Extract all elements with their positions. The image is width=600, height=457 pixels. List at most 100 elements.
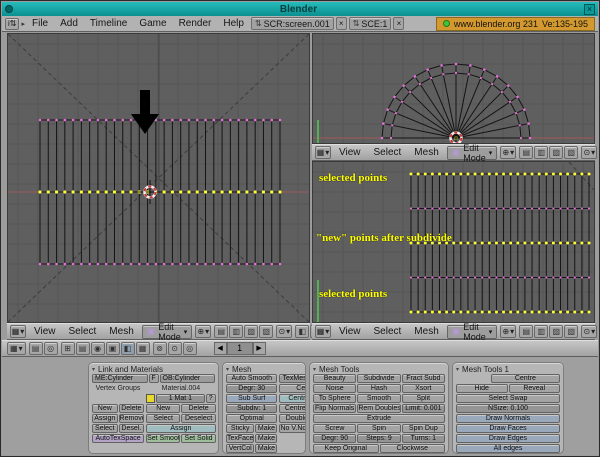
lamp-buttons-icon[interactable]: ⊚ xyxy=(153,342,167,355)
material-delete-button[interactable]: Delete xyxy=(181,404,215,413)
vgroup-remove-button[interactable]: Remove xyxy=(119,414,145,423)
shading-buttons-icon[interactable]: ◉ xyxy=(91,342,105,355)
hide-button[interactable]: Hide xyxy=(456,384,508,393)
snap-icon[interactable]: ▨ xyxy=(244,325,258,338)
vertex-select-icon[interactable]: ◧ xyxy=(295,325,309,338)
autotexspace-button[interactable]: AutoTexSpace xyxy=(92,434,144,443)
texface-label[interactable]: TexFace xyxy=(226,434,254,443)
subdiv-field[interactable]: Subdiv: 1 xyxy=(226,404,277,413)
pivot-dropdown[interactable]: ⊙▾ xyxy=(581,325,597,338)
render-preview-icon[interactable]: ▧ xyxy=(259,325,273,338)
material-new-button[interactable]: New xyxy=(146,404,180,413)
menu-render[interactable]: Render xyxy=(174,18,217,29)
front-viewport[interactable] xyxy=(7,33,310,323)
menu-timeline[interactable]: Timeline xyxy=(85,18,132,29)
script-buttons-icon[interactable]: ▤ xyxy=(76,342,90,355)
window-menu-icon[interactable] xyxy=(5,5,13,13)
degr-field[interactable]: Degr: 30 xyxy=(226,384,277,393)
menu-game[interactable]: Game xyxy=(134,18,171,29)
window-type-dropdown[interactable]: ▦▾ xyxy=(7,342,26,355)
set-smooth-button[interactable]: Set Smooth xyxy=(146,434,180,443)
sticky-label[interactable]: Sticky xyxy=(226,424,254,433)
layers-icon[interactable]: ▥ xyxy=(534,325,548,338)
frame-number-field[interactable]: 1 xyxy=(227,342,253,355)
screen-delete-button[interactable]: × xyxy=(336,17,347,30)
screen-selector[interactable]: ⇅ SCR:screen.001 xyxy=(251,17,334,30)
world-buttons-icon[interactable]: ◎ xyxy=(183,342,197,355)
material-deselect-button[interactable]: Deselect xyxy=(181,414,215,423)
snap-icon[interactable]: ▨ xyxy=(549,146,563,159)
centre-button[interactable]: Centre xyxy=(279,384,306,393)
limit-field[interactable]: Limit: 0.001 xyxy=(402,404,445,413)
keep-original-toggle[interactable]: Keep Original xyxy=(313,444,379,453)
noise-button[interactable]: Noise xyxy=(313,384,356,393)
manipulator-icon[interactable]: ▤ xyxy=(214,325,228,338)
select-swap-button[interactable]: Select Swap xyxy=(456,394,560,403)
window-close-button[interactable]: × xyxy=(584,4,595,15)
panel-float-icon[interactable]: ◎ xyxy=(44,342,58,355)
scene-delete-button[interactable]: × xyxy=(393,17,404,30)
top-viewport-canvas[interactable] xyxy=(313,34,594,143)
menu-select[interactable]: Select xyxy=(369,326,407,337)
material-buttons-icon[interactable]: ⊙ xyxy=(168,342,182,355)
make-vertcol-button[interactable]: Make xyxy=(255,444,277,453)
mode-dropdown[interactable]: ▣ Edit Mode ▾ xyxy=(142,325,193,339)
menu-view[interactable]: View xyxy=(29,326,61,337)
menu-mesh[interactable]: Mesh xyxy=(409,326,443,337)
mode-dropdown[interactable]: ▣ Edit Mode ▾ xyxy=(447,146,498,160)
manipulator-icon[interactable]: ▤ xyxy=(519,146,533,159)
menu-help[interactable]: Help xyxy=(218,18,249,29)
draw-normals-toggle[interactable]: Draw Normals xyxy=(456,414,560,423)
vgroup-delete-button[interactable]: Delete xyxy=(119,404,145,413)
logic-buttons-icon[interactable]: ⊞ xyxy=(61,342,75,355)
object-buttons-icon[interactable]: ▣ xyxy=(106,342,120,355)
reveal-button[interactable]: Reveal xyxy=(509,384,561,393)
menu-view[interactable]: View xyxy=(334,147,366,158)
nsize-field[interactable]: NSize: 0.100 xyxy=(456,404,560,413)
turns-field[interactable]: Turns: 1 xyxy=(402,434,445,443)
layers-icon[interactable]: ▥ xyxy=(229,325,243,338)
panel-tab[interactable]: ▾ Mesh Tools xyxy=(313,364,445,374)
render-preview-icon[interactable]: ▧ xyxy=(564,146,578,159)
editing-buttons-icon[interactable]: ◧ xyxy=(121,342,135,355)
manipulator-icon[interactable]: ▤ xyxy=(519,325,533,338)
panel-collapse-icon[interactable]: ▾ xyxy=(456,366,459,373)
material-index-field[interactable]: 1 Mat 1 xyxy=(156,394,205,403)
xsort-button[interactable]: Xsort xyxy=(402,384,445,393)
snap-icon[interactable]: ▨ xyxy=(549,325,563,338)
panel-tab[interactable]: ▾ Mesh xyxy=(226,364,302,374)
scene-selector[interactable]: ⇅ SCE:1 xyxy=(349,17,392,30)
draw-edges-toggle[interactable]: Draw Edges xyxy=(456,434,560,443)
panel-tab[interactable]: ▾ Mesh Tools 1 xyxy=(456,364,560,374)
object-name-field[interactable]: OB:Cylinder xyxy=(160,374,216,383)
panel-collapse-icon[interactable]: ▾ xyxy=(92,366,95,373)
material-assign-button[interactable]: Assign xyxy=(146,424,216,433)
menu-select[interactable]: Select xyxy=(369,147,407,158)
draw-mode-dropdown[interactable]: ⊕▾ xyxy=(500,146,516,159)
double-sided-toggle[interactable]: Double Sided xyxy=(279,414,306,423)
centre-button[interactable]: Centre xyxy=(491,374,560,383)
vertcol-label[interactable]: VertCol xyxy=(226,444,254,453)
screw-button[interactable]: Screw xyxy=(313,424,356,433)
centre-cursor-button[interactable]: Centre Cursor xyxy=(279,404,306,413)
vgroup-select-button[interactable]: Select xyxy=(92,424,118,433)
smooth-button[interactable]: Smooth xyxy=(357,394,400,403)
set-solid-button[interactable]: Set Solid xyxy=(181,434,215,443)
scene-buttons-icon[interactable]: ▦ xyxy=(136,342,150,355)
make-sticky-button[interactable]: Make xyxy=(255,424,277,433)
degr90-field[interactable]: Degr: 90 xyxy=(313,434,356,443)
mesh-datablock-field[interactable]: ME:Cylinder xyxy=(92,374,148,383)
material-color-swatch[interactable] xyxy=(146,394,155,403)
menu-file[interactable]: File xyxy=(27,18,53,29)
material-select-button[interactable]: Select xyxy=(146,414,180,423)
subsurf-toggle[interactable]: Sub Surf xyxy=(226,394,277,403)
draw-mode-dropdown[interactable]: ⊕▾ xyxy=(500,325,516,338)
no-vnormal-flip-toggle[interactable]: No V.Normal Flip xyxy=(279,424,306,433)
vgroup-assign-button[interactable]: Assign xyxy=(92,414,118,423)
mode-dropdown[interactable]: ▣ Edit Mode ▾ xyxy=(447,325,498,339)
top-viewport[interactable] xyxy=(312,33,595,144)
optimal-toggle[interactable]: Optimal xyxy=(226,414,277,423)
spin-button[interactable]: Spin xyxy=(357,424,400,433)
flip-normals-button[interactable]: Flip Normals xyxy=(313,404,356,413)
pivot-dropdown[interactable]: ⊙▾ xyxy=(276,325,292,338)
